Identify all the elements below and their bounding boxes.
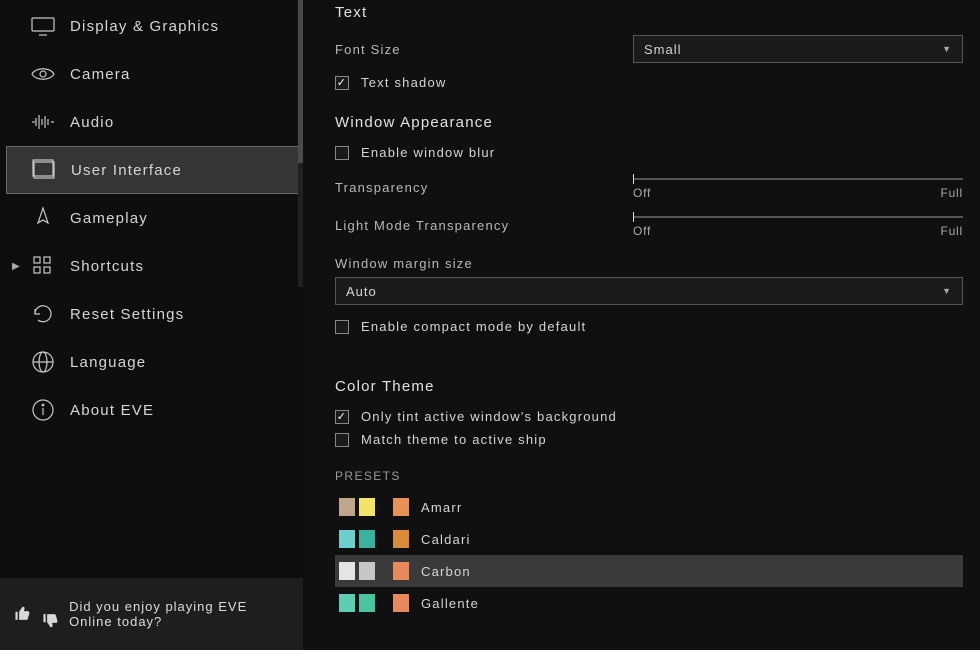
sidebar-item-reset-settings[interactable]: Reset Settings [0, 290, 303, 338]
sidebar-item-label: Camera [70, 66, 131, 83]
swatch [393, 594, 409, 612]
preset-name: Carbon [421, 564, 471, 579]
section-heading-text: Text [335, 4, 963, 21]
text-shadow-row[interactable]: Text shadow [335, 75, 963, 90]
sidebar: Display & Graphics Camera Audio User Int… [0, 0, 303, 650]
swatch [359, 530, 375, 548]
sidebar-item-label: Shortcuts [70, 258, 144, 275]
sidebar-item-label: Language [70, 354, 146, 371]
nav-list: Display & Graphics Camera Audio User Int… [0, 0, 303, 434]
swatch [393, 498, 409, 516]
enable-blur-label: Enable window blur [361, 145, 495, 160]
waveform-icon [30, 109, 56, 135]
preset-caldari[interactable]: Caldari [335, 523, 963, 555]
swatch [359, 594, 375, 612]
sidebar-item-audio[interactable]: Audio [0, 98, 303, 146]
presets-heading: PRESETS [335, 469, 963, 483]
only-tint-checkbox[interactable] [335, 410, 349, 424]
window-margin-value: Auto [346, 284, 377, 299]
transparency-row: Transparency Off Full [335, 174, 963, 200]
light-transparency-label: Light Mode Transparency [335, 218, 633, 233]
match-ship-checkbox[interactable] [335, 433, 349, 447]
enable-blur-checkbox[interactable] [335, 146, 349, 160]
section-heading-window: Window Appearance [335, 114, 963, 131]
font-size-label: Font Size [335, 42, 633, 57]
chevron-down-icon: ▼ [942, 286, 952, 296]
sidebar-item-label: Reset Settings [70, 306, 184, 323]
preset-name: Amarr [421, 500, 462, 515]
slider-label-off: Off [633, 186, 651, 200]
sidebar-item-about-eve[interactable]: About EVE [0, 386, 303, 434]
light-transparency-row: Light Mode Transparency Off Full [335, 212, 963, 238]
only-tint-row[interactable]: Only tint active window's background [335, 409, 963, 424]
sidebar-item-user-interface[interactable]: User Interface [6, 146, 303, 194]
thumbs-up-icon[interactable] [14, 603, 32, 625]
settings-panel: Text Font Size Small ▼ Text shadow Windo… [303, 0, 980, 650]
slider-label-full: Full [940, 224, 963, 238]
font-size-value: Small [644, 42, 682, 57]
preset-name: Gallente [421, 596, 479, 611]
swatch [393, 530, 409, 548]
sidebar-scrollbar-thumb[interactable] [298, 0, 303, 163]
sidebar-item-label: Display & Graphics [70, 18, 219, 35]
transparency-label: Transparency [335, 180, 633, 195]
sidebar-item-label: About EVE [70, 402, 154, 419]
feedback-bar: Did you enjoy playing EVE Online today? [0, 578, 303, 650]
preset-amarr[interactable]: Amarr [335, 491, 963, 523]
info-icon [30, 397, 56, 423]
sidebar-item-language[interactable]: Language [0, 338, 303, 386]
compact-mode-checkbox[interactable] [335, 320, 349, 334]
swatch [393, 562, 409, 580]
refresh-icon [30, 301, 56, 327]
sidebar-item-camera[interactable]: Camera [0, 50, 303, 98]
chevron-down-icon: ▼ [942, 44, 952, 54]
text-shadow-checkbox[interactable] [335, 76, 349, 90]
globe-icon [30, 349, 56, 375]
text-shadow-label: Text shadow [361, 75, 446, 90]
swatch [339, 594, 355, 612]
monitor-icon [30, 13, 56, 39]
swatch [359, 498, 375, 516]
window-icon [31, 157, 57, 183]
compact-mode-label: Enable compact mode by default [361, 319, 586, 334]
preset-carbon[interactable]: Carbon [335, 555, 963, 587]
window-margin-dropdown[interactable]: Auto ▼ [335, 277, 963, 305]
thumbs-down-icon[interactable] [42, 609, 60, 631]
match-ship-label: Match theme to active ship [361, 432, 547, 447]
sidebar-item-shortcuts[interactable]: ▶ Shortcuts [0, 242, 303, 290]
sidebar-item-label: User Interface [71, 162, 182, 179]
grid-icon [30, 253, 56, 279]
section-heading-color: Color Theme [335, 378, 963, 395]
sidebar-item-display-graphics[interactable]: Display & Graphics [0, 2, 303, 50]
swatch [359, 562, 375, 580]
sidebar-item-gameplay[interactable]: Gameplay [0, 194, 303, 242]
window-margin-row: Window margin size Auto ▼ [335, 256, 963, 305]
compact-mode-row[interactable]: Enable compact mode by default [335, 319, 963, 334]
sidebar-item-label: Audio [70, 114, 114, 131]
swatch [339, 562, 355, 580]
preset-name: Caldari [421, 532, 471, 547]
swatch [339, 530, 355, 548]
preset-gallente[interactable]: Gallente [335, 587, 963, 619]
light-transparency-slider[interactable]: Off Full [633, 212, 963, 238]
sidebar-item-label: Gameplay [70, 210, 148, 227]
window-margin-label: Window margin size [335, 256, 963, 271]
slider-label-full: Full [940, 186, 963, 200]
transparency-slider[interactable]: Off Full [633, 174, 963, 200]
only-tint-label: Only tint active window's background [361, 409, 617, 424]
match-ship-row[interactable]: Match theme to active ship [335, 432, 963, 447]
swatch [339, 498, 355, 516]
feedback-prompt: Did you enjoy playing EVE Online today? [69, 599, 289, 629]
font-size-row: Font Size Small ▼ [335, 35, 963, 63]
enable-blur-row[interactable]: Enable window blur [335, 145, 963, 160]
font-size-dropdown[interactable]: Small ▼ [633, 35, 963, 63]
expand-caret-icon: ▶ [12, 261, 21, 272]
ship-icon [30, 205, 56, 231]
slider-label-off: Off [633, 224, 651, 238]
eye-icon [30, 61, 56, 87]
